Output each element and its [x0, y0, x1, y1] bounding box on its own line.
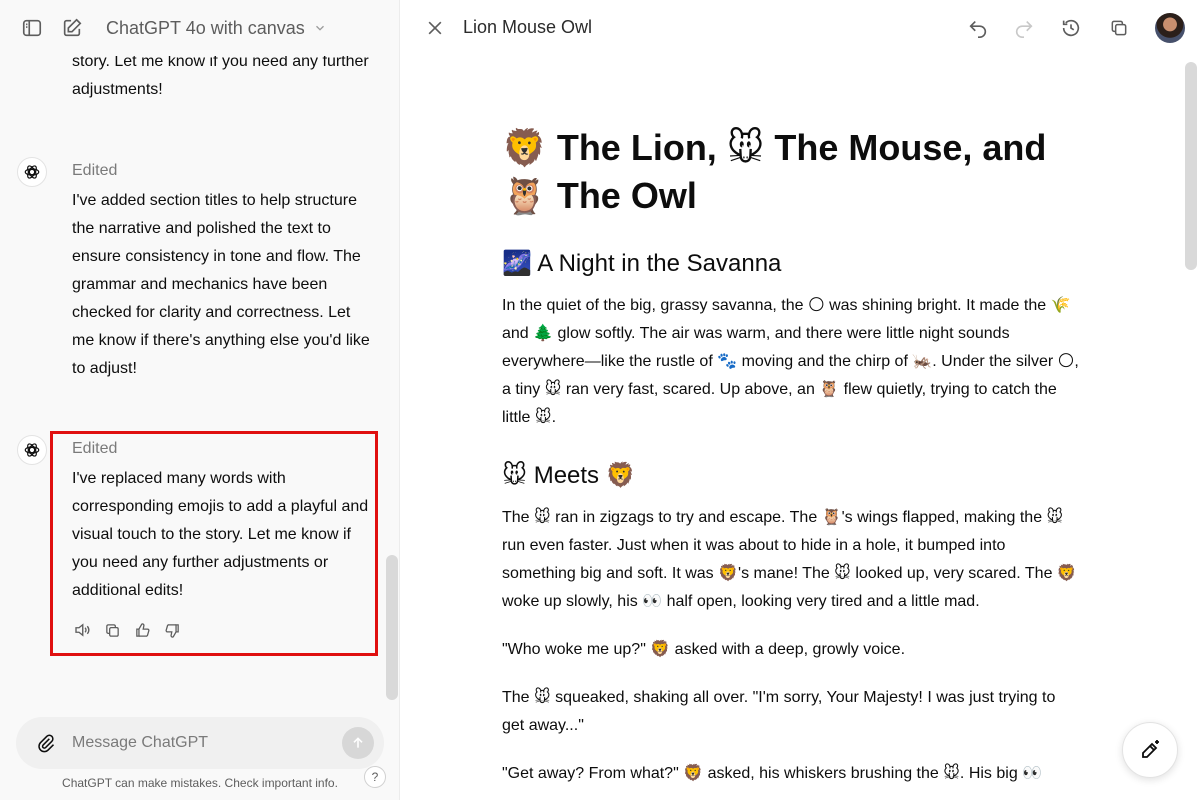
undo-icon[interactable]	[964, 14, 992, 42]
disclaimer-text: ChatGPT can make mistakes. Check importa…	[62, 776, 338, 790]
chat-scrollbar[interactable]	[386, 555, 398, 700]
message-text: story. Let me know if you need any furth…	[72, 53, 369, 98]
redo-icon[interactable]	[1010, 14, 1038, 42]
message-input[interactable]: Message ChatGPT	[72, 734, 342, 752]
paragraph: "Get away? From what?" 🦁 asked, his whis…	[502, 765, 1043, 782]
chatgpt-logo-icon	[17, 157, 47, 187]
send-button[interactable]	[342, 727, 374, 759]
canvas-document[interactable]: 🦁 The Lion, 🐭 The Mouse, and 🦉 The Owl 🌌…	[502, 124, 1082, 800]
pencil-sparkle-icon	[1142, 740, 1159, 758]
paragraph: "Who woke me up?" 🦁 asked with a deep, g…	[502, 641, 906, 658]
assistant-message: Edited I've added section titles to help…	[72, 159, 372, 383]
chevron-down-icon	[315, 25, 324, 31]
message-text: I've added section titles to help struct…	[72, 192, 370, 377]
help-button[interactable]: ?	[364, 766, 386, 788]
chat-panel: ChatGPT 4o with canvas story. Let me kno…	[0, 0, 400, 800]
document-heading: 🦁 The Lion, 🐭 The Mouse, and 🦉 The Owl	[502, 127, 1047, 216]
user-avatar[interactable]	[1155, 13, 1185, 43]
paragraph: In the quiet of the big, grassy savanna,…	[502, 297, 1079, 426]
canvas-panel: Lion Mouse Owl 🦁 The Lion, 🐭 The Mouse, …	[401, 0, 1200, 800]
attach-paperclip-icon[interactable]	[32, 729, 60, 757]
model-selector[interactable]: ChatGPT 4o with canvas	[100, 18, 327, 39]
paragraph: The 🐭 ran in zigzags to try and escape. …	[502, 509, 1077, 610]
close-icon[interactable]	[421, 14, 449, 42]
canvas-topbar: Lion Mouse Owl	[401, 0, 1200, 56]
section-title: 🌌 A Night in the Savanna	[502, 250, 782, 277]
edited-label[interactable]: Edited	[72, 159, 372, 183]
document-title: Lion Mouse Owl	[463, 17, 593, 37]
version-history-icon[interactable]	[1057, 14, 1085, 42]
assistant-message: story. Let me know if you need any furth…	[72, 48, 372, 104]
canvas-scrollbar[interactable]	[1185, 62, 1197, 270]
edit-suggestions-button[interactable]	[1122, 722, 1178, 778]
highlight-annotation-box	[50, 431, 378, 656]
section-title: 🐭 Meets 🦁	[502, 462, 636, 489]
copy-icon[interactable]	[1105, 14, 1133, 42]
sidebar-toggle-icon[interactable]	[18, 14, 46, 42]
chat-topbar: ChatGPT 4o with canvas	[0, 0, 399, 56]
paragraph: The 🐭 squeaked, shaking all over. "I'm s…	[502, 689, 1056, 734]
model-title: ChatGPT 4o with canvas	[106, 17, 305, 38]
chatgpt-logo-icon	[17, 435, 47, 465]
message-composer[interactable]: Message ChatGPT	[16, 717, 384, 769]
new-chat-icon[interactable]	[58, 14, 86, 42]
